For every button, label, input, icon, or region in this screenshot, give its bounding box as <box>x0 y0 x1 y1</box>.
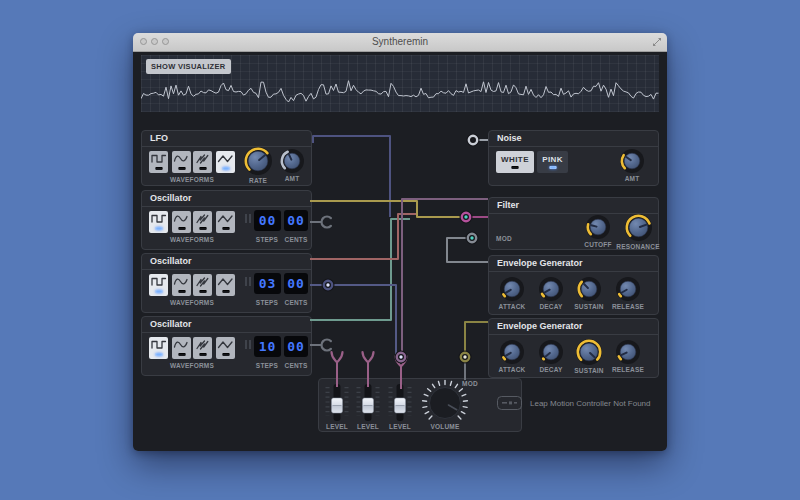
white-noise-button[interactable]: WHITE <box>496 151 534 173</box>
lfo-panel-header: LFO <box>142 131 311 147</box>
leap-motion-icon <box>497 396 522 410</box>
waveform-led <box>155 227 162 231</box>
lfo-waveforms-label: WAVEFORMS <box>170 176 214 183</box>
sine-wave-icon <box>172 152 191 165</box>
leap-status: Leap Motion Controller Not Found <box>497 395 651 411</box>
sine-wave-icon <box>172 338 191 351</box>
waveform-led <box>199 227 206 231</box>
osc1-cents-display[interactable]: 00 <box>284 210 308 231</box>
square-wave-icon <box>149 338 168 351</box>
waveform-led <box>155 290 162 294</box>
cutoff-knob-label: CUTOFF <box>584 241 611 248</box>
amt-knob-label: AMT <box>285 175 300 182</box>
level-label: LEVEL <box>389 423 411 430</box>
show-visualizer-button[interactable]: SHOW VISUALIZER <box>146 59 231 74</box>
waveform-led <box>199 353 206 357</box>
waveform-led <box>222 353 229 357</box>
oscillator1-panel-header: Oscillator <box>142 191 311 207</box>
waveform-led <box>222 290 229 294</box>
waveform-button-sine[interactable] <box>172 151 191 173</box>
release-knob-label: RELEASE <box>612 366 644 373</box>
waveform-button-square[interactable] <box>149 274 168 296</box>
waveform-led <box>178 167 185 171</box>
level-label: LEVEL <box>357 423 379 430</box>
osc3-steps-display[interactable]: 10 <box>254 336 281 357</box>
release-knob-label: RELEASE <box>612 303 644 310</box>
osc2-steps-display[interactable]: 03 <box>254 273 281 294</box>
waveform-led <box>178 290 185 294</box>
level-label: LEVEL <box>326 423 348 430</box>
waveform-button-square[interactable] <box>149 211 168 233</box>
sine-wave-icon <box>172 212 191 225</box>
envelope2-panel-header: Envelope Generator <box>489 319 658 335</box>
triangle-wave-icon <box>216 152 235 165</box>
noise-panel-header: Noise <box>489 131 658 147</box>
detune-icon <box>245 214 251 223</box>
waveform-button-triangle[interactable] <box>216 337 235 359</box>
waveform-led <box>222 167 229 171</box>
white-noise-led <box>512 166 519 170</box>
waveform-led <box>199 290 206 294</box>
waveform-button-triangle[interactable] <box>216 274 235 296</box>
noise-wave-icon <box>193 338 212 351</box>
pink-noise-led <box>549 166 556 170</box>
waveform-led <box>199 167 206 171</box>
triangle-wave-icon <box>216 275 235 288</box>
rate-knob-label: RATE <box>249 177 267 184</box>
decay-knob-label: DECAY <box>539 303 562 310</box>
volume-label: VOLUME <box>430 423 459 430</box>
square-wave-icon <box>149 152 168 165</box>
waveform-button-square[interactable] <box>149 337 168 359</box>
osc3-cents-display[interactable]: 00 <box>284 336 308 357</box>
sine-wave-icon <box>172 275 191 288</box>
waveform-led <box>155 353 162 357</box>
attack-knob-label: ATTACK <box>499 303 526 310</box>
waveform-led <box>155 167 162 171</box>
envelope1-panel-header: Envelope Generator <box>489 256 658 272</box>
osc1-steps-display[interactable]: 00 <box>254 210 281 231</box>
waveform-button-sine[interactable] <box>172 337 191 359</box>
detune-icon <box>245 277 251 286</box>
waveform-led <box>178 353 185 357</box>
resize-icon[interactable] <box>652 37 662 47</box>
sustain-knob-label: SUSTAIN <box>574 303 603 310</box>
waveform-button-sine[interactable] <box>172 274 191 296</box>
attack-knob-label: ATTACK <box>499 366 526 373</box>
oscillator2-panel-header: Oscillator <box>142 254 311 270</box>
noise-wave-icon <box>193 152 212 165</box>
waveform-led <box>222 227 229 231</box>
waveform-button-noise[interactable] <box>193 151 212 173</box>
noise-wave-icon <box>193 275 212 288</box>
triangle-wave-icon <box>216 338 235 351</box>
waveform-button-noise[interactable] <box>193 211 212 233</box>
waveform-button-triangle[interactable] <box>216 151 235 173</box>
titlebar[interactable]: Syntheremin <box>133 33 667 52</box>
waveform-button-noise[interactable] <box>193 274 212 296</box>
square-wave-icon <box>149 212 168 225</box>
noise-wave-icon <box>193 212 212 225</box>
waveform-button-triangle[interactable] <box>216 211 235 233</box>
window-title: Syntheremin <box>133 33 667 51</box>
sustain-knob-label: SUSTAIN <box>574 367 603 374</box>
amt-knob-label: AMT <box>625 175 640 182</box>
square-wave-icon <box>149 275 168 288</box>
filter-mod-label: MOD <box>496 235 512 242</box>
detune-icon <box>245 340 251 349</box>
oscillator3-panel-header: Oscillator <box>142 317 311 333</box>
waveform-button-sine[interactable] <box>172 211 191 233</box>
resonance-knob-label: RESONANCE <box>616 243 659 250</box>
waveform-button-square[interactable] <box>149 151 168 173</box>
osc2-cents-display[interactable]: 00 <box>284 273 308 294</box>
desktop: Syntheremin SHOW VISUALIZER LFO WAVEFORM… <box>0 0 800 500</box>
waveform-led <box>178 227 185 231</box>
leap-status-text: Leap Motion Controller Not Found <box>530 399 651 408</box>
pink-noise-button[interactable]: PINK <box>537 151 568 173</box>
waveform-button-noise[interactable] <box>193 337 212 359</box>
triangle-wave-icon <box>216 212 235 225</box>
decay-knob-label: DECAY <box>539 366 562 373</box>
